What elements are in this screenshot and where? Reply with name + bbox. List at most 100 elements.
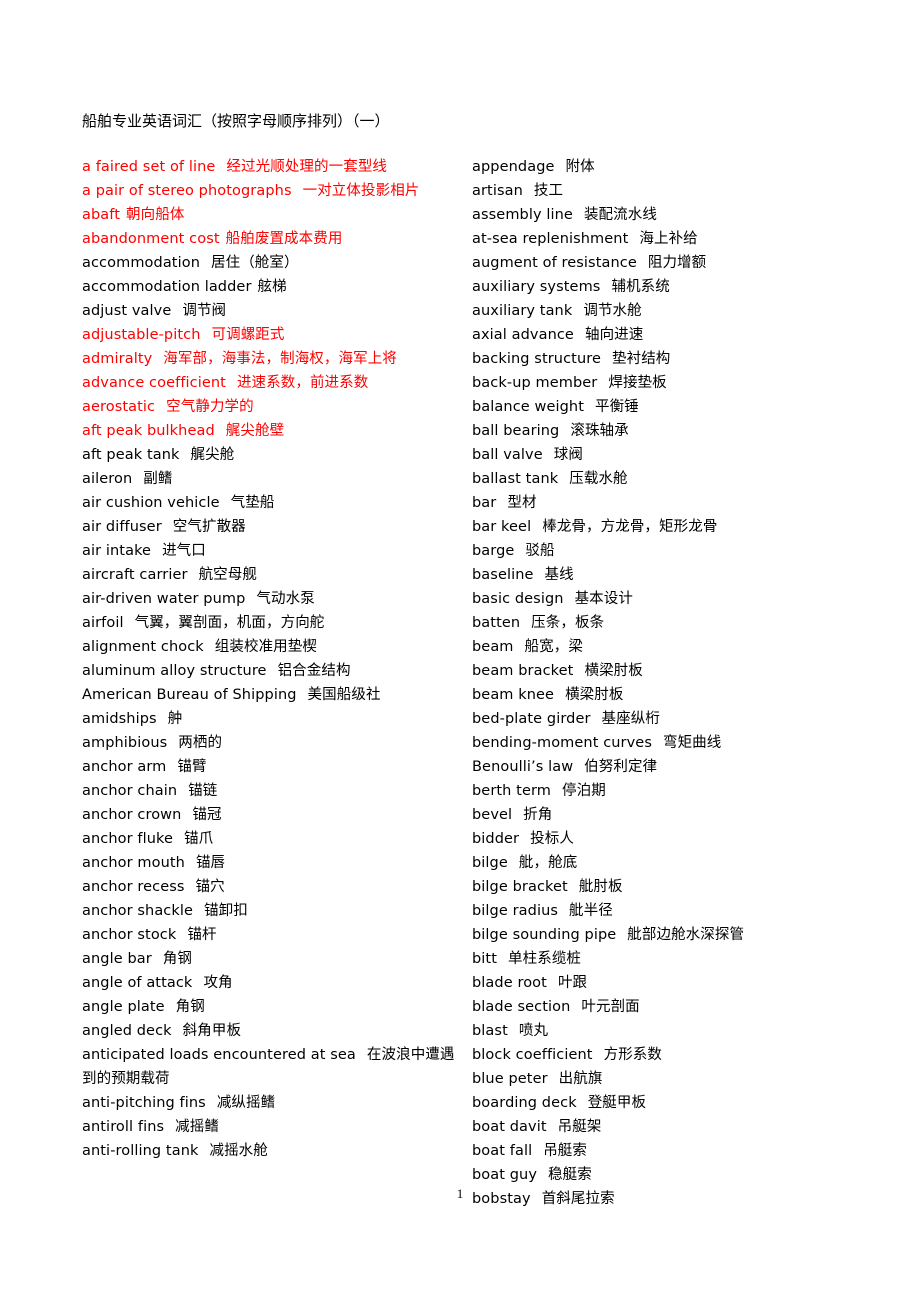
entry-translation: 垫衬结构 [612,351,671,367]
entry-translation: 锚唇 [195,855,226,871]
glossary-entry: aft peak bulkhead 艉尖舱壁 [82,419,467,443]
glossary-entry: beam knee 横梁肘板 [472,683,872,707]
glossary-entry: Benoulli’s law 伯努利定律 [472,755,872,779]
glossary-entry: airfoil 气翼，翼剖面，机面，方向舵 [82,611,467,635]
entry-term: boat davit [472,1119,547,1135]
entry-translation: 可调螺距式 [211,327,285,343]
entry-translation: 减摇水舱 [209,1143,268,1159]
entry-term: aft peak tank [82,447,180,463]
entry-translation: 基本设计 [574,591,633,607]
entry-term: bar [472,495,497,511]
entry-translation: 舷梯 [257,279,287,295]
glossary-entry: bevel 折角 [472,803,872,827]
entry-term: a pair of stereo photographs [82,183,292,199]
glossary-entry: amidships 舯 [82,707,467,731]
glossary-entry: anchor chain 锚链 [82,779,467,803]
glossary-entry: alignment chock 组装校准用垫楔 [82,635,467,659]
entry-translation: 角钢 [162,951,192,967]
entry-translation: 居住（舱室） [211,255,299,271]
entry-translation: 型材 [507,495,537,511]
entry-term: accommodation ladder [82,279,252,295]
entry-translation: 艉尖舱壁 [225,423,285,439]
entry-term: aileron [82,471,133,487]
entry-term: bidder [472,831,520,847]
glossary-entry: accommodation 居住（舱室） [82,251,467,275]
entry-term: berth term [472,783,552,799]
entry-term: bilge sounding pipe [472,927,617,943]
glossary-entry: air intake 进气口 [82,539,467,563]
glossary-entry: berth term 停泊期 [472,779,872,803]
entry-term: blade section [472,999,571,1015]
entry-translation: 锚臂 [177,759,207,775]
entry-translation: 空气静力学的 [166,399,254,415]
document-page: 船舶专业英语词汇（按照字母顺序排列）（一） a faired set of li… [0,0,920,1302]
entry-translation: 海军部，海事法，制海权，海军上将 [163,351,397,367]
glossary-entry: a pair of stereo photographs 一对立体投影相片 [82,179,467,203]
entry-term: admiralty [82,351,153,367]
entry-term: airfoil [82,615,124,631]
glossary-entry: bilge bracket 舭肘板 [472,875,872,899]
glossary-entry: blade root 叶跟 [472,971,872,995]
entry-term: anchor stock [82,927,177,943]
entry-term: abaft [82,207,121,223]
entry-term: anchor crown [82,807,182,823]
glossary-entry: baseline 基线 [472,563,872,587]
entry-term: antiroll fins [82,1119,165,1135]
glossary-entry: accommodation ladder 舷梯 [82,275,467,299]
glossary-entry: appendage 附体 [472,155,872,179]
glossary-entry: antiroll fins 减摇鳍 [82,1115,467,1139]
entry-translation: 单柱系缆桩 [508,951,582,967]
entry-term: augment of resistance [472,255,637,271]
entry-translation: 朝向船体 [126,207,185,223]
entry-term: anticipated loads encountered at sea [82,1047,356,1063]
glossary-entry: basic design 基本设计 [472,587,872,611]
entry-translation: 进速系数，前进系数 [236,375,369,391]
entry-term: balance weight [472,399,584,415]
glossary-entry: blade section 叶元剖面 [472,995,872,1019]
entry-translation: 球阀 [553,447,583,463]
entry-term: appendage [472,159,555,175]
entry-term: advance coefficient [82,375,226,391]
entry-translation: 铝合金结构 [277,663,351,679]
glossary-entry: aerostatic 空气静力学的 [82,395,467,419]
entry-translation: 减摇鳍 [175,1119,219,1135]
entry-translation: 平衡锤 [594,399,639,415]
glossary-entry: amphibious 两栖的 [82,731,467,755]
entry-translation: 装配流水线 [583,207,657,223]
entry-term: bar keel [472,519,532,535]
glossary-entry: bitt 单柱系缆桩 [472,947,872,971]
entry-term: beam bracket [472,663,574,679]
entry-term: backing structure [472,351,601,367]
entry-translation: 叶元剖面 [581,999,640,1015]
entry-term: auxiliary systems [472,279,601,295]
glossary-entry: augment of resistance 阻力增额 [472,251,872,275]
glossary-entry: anchor arm 锚臂 [82,755,467,779]
glossary-entry: admiralty 海军部，海事法，制海权，海军上将 [82,347,467,371]
entry-translation: 基座纵桁 [601,711,660,727]
entry-term: auxiliary tank [472,303,573,319]
entry-term: batten [472,615,521,631]
entry-translation: 稳艇索 [548,1167,592,1183]
entry-term: a faired set of line [82,159,216,175]
glossary-entry: bilge sounding pipe 舭部边舱水深探管 [472,923,872,947]
entry-term: Benoulli’s law [472,759,574,775]
entry-translation: 喷丸 [518,1023,549,1039]
glossary-entry: anchor shackle 锚卸扣 [82,899,467,923]
entry-translation: 折角 [523,807,553,823]
glossary-entry: boat fall 吊艇索 [472,1139,872,1163]
entry-translation: 海上补给 [639,231,698,247]
entry-translation: 两栖的 [178,735,223,751]
entry-term: beam knee [472,687,555,703]
glossary-entry: air-driven water pump 气动水泵 [82,587,467,611]
glossary-column-left: a faired set of line 经过光顺处理的一套型线 a pair of… [82,155,467,1163]
glossary-entry: angle plate 角钢 [82,995,467,1019]
glossary-entry: blast 喷丸 [472,1019,872,1043]
entry-translation: 进气口 [162,543,206,559]
entry-term: at-sea replenishment [472,231,629,247]
glossary-entry: air diffuser 空气扩散器 [82,515,467,539]
entry-translation: 气动水泵 [256,591,315,607]
glossary-entry: ball valve 球阀 [472,443,872,467]
entry-translation: 方形系数 [603,1047,662,1063]
glossary-entry: adjustable-pitch 可调螺距式 [82,323,467,347]
glossary-entry: advance coefficient 进速系数，前进系数 [82,371,467,395]
